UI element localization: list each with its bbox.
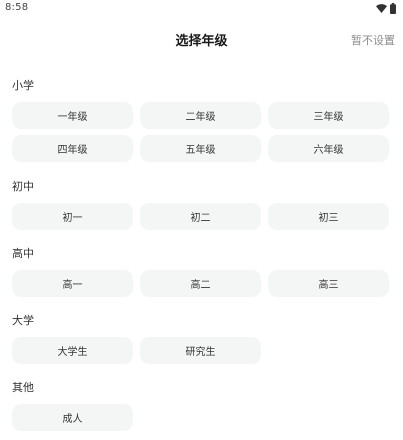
grade-option-grade-4[interactable]: 四年级 [12,135,133,162]
status-bar: 8:58 [0,0,403,18]
grade-option-grade-2[interactable]: 二年级 [140,102,261,129]
grade-option-high-2[interactable]: 高二 [140,270,261,297]
status-time: 8:58 [5,2,29,13]
grade-option-undergraduate[interactable]: 大学生 [12,337,133,364]
option-grid: 成人 [12,404,392,431]
grade-option-middle-3[interactable]: 初三 [268,203,389,230]
grade-option-grade-3[interactable]: 三年级 [268,102,389,129]
option-grid: 大学生 研究生 [12,337,392,364]
grade-option-high-1[interactable]: 高一 [12,270,133,297]
section-university: 大学 大学生 研究生 [12,314,392,364]
option-grid: 高一 高二 高三 [12,270,392,297]
grade-option-grade-1[interactable]: 一年级 [12,102,133,129]
section-title: 大学 [12,314,34,327]
grade-option-adult[interactable]: 成人 [12,404,133,431]
option-grid: 一年级 二年级 三年级 四年级 五年级 六年级 [12,102,392,162]
section-title: 其他 [12,381,34,394]
section-title: 小学 [12,79,34,92]
section-other: 其他 成人 [12,381,392,431]
section-primary-school: 小学 一年级 二年级 三年级 四年级 五年级 六年级 [12,79,392,162]
header: 选择年级 暂不设置 [0,22,403,56]
skip-button[interactable]: 暂不设置 [351,32,395,48]
battery-icon [390,3,396,14]
grade-option-middle-1[interactable]: 初一 [12,203,133,230]
grade-option-grade-6[interactable]: 六年级 [268,135,389,162]
section-title: 初中 [12,180,34,193]
grade-select-screen: 8:58 选择年级 暂不设置 小学 一年级 二年级 三年级 四年级 五年级 六年… [0,0,403,440]
section-high-school: 高中 高一 高二 高三 [12,247,392,297]
grade-option-grade-5[interactable]: 五年级 [140,135,261,162]
section-middle-school: 初中 初一 初二 初三 [12,180,392,230]
wifi-icon [376,4,387,13]
grade-option-high-3[interactable]: 高三 [268,270,389,297]
page-title: 选择年级 [175,34,228,49]
option-grid: 初一 初二 初三 [12,203,392,230]
section-title: 高中 [12,247,34,260]
status-icons [376,3,396,14]
grade-option-graduate[interactable]: 研究生 [140,337,261,364]
grade-option-middle-2[interactable]: 初二 [140,203,261,230]
